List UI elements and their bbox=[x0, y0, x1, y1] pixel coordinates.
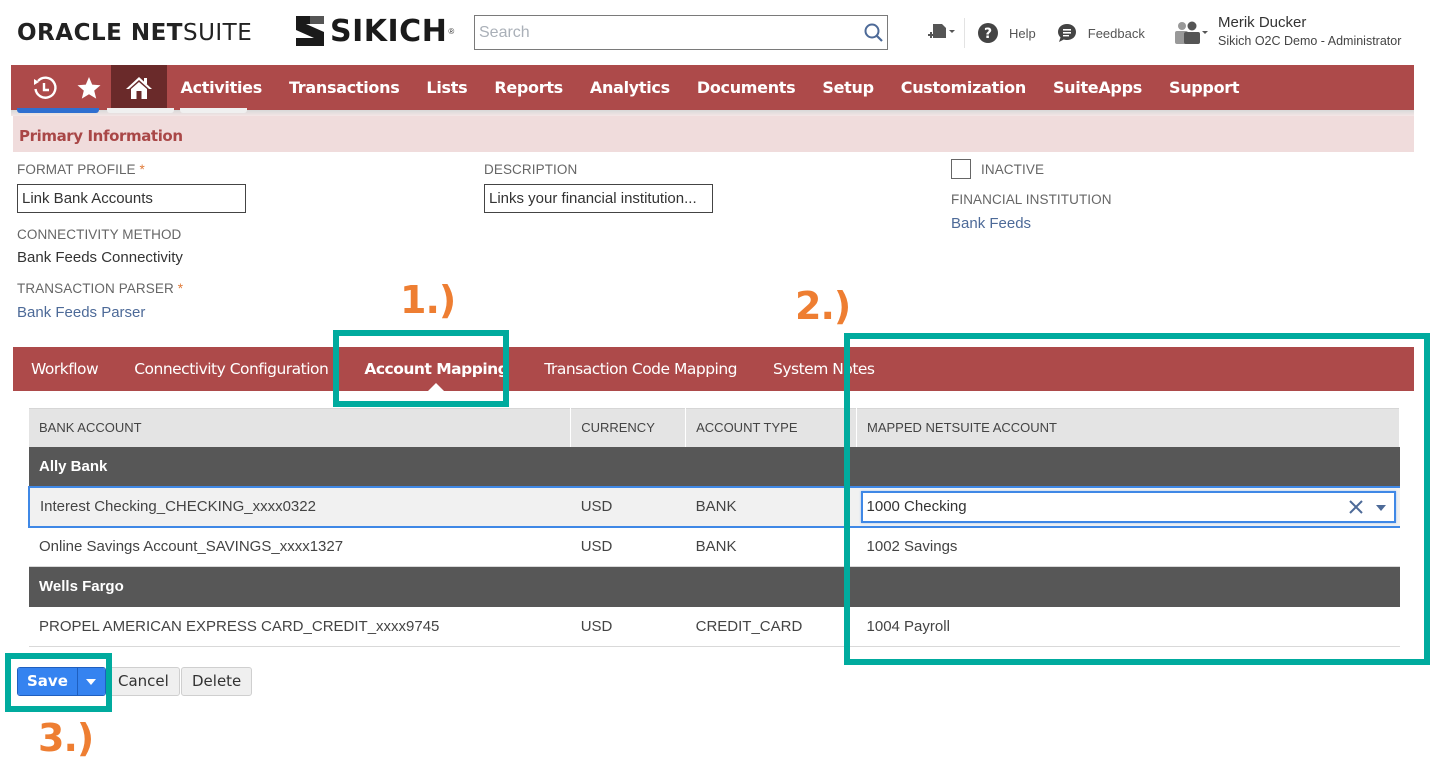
create-new-icon bbox=[928, 24, 955, 38]
format-profile-field[interactable]: Link Bank Accounts bbox=[17, 184, 246, 213]
nav-activities[interactable]: Activities bbox=[167, 78, 275, 97]
account-type-cell: CREDIT_CARD bbox=[685, 606, 857, 647]
user-roles-icon bbox=[1175, 21, 1208, 44]
sikich-logo: SIKICH ® bbox=[294, 12, 454, 50]
nav-analytics[interactable]: Analytics bbox=[576, 78, 683, 97]
help-label: Help bbox=[1009, 25, 1036, 41]
oracle-netsuite-logo[interactable]: ORACLE NETSUITE bbox=[17, 20, 252, 46]
global-search[interactable] bbox=[474, 15, 888, 50]
delete-button[interactable]: Delete bbox=[181, 667, 253, 696]
transaction-parser-label-text: TRANSACTION PARSER bbox=[17, 281, 174, 296]
help-link[interactable]: ? Help bbox=[977, 22, 1036, 44]
column-header-currency[interactable]: CURRENCY bbox=[570, 408, 687, 447]
header-divider bbox=[964, 18, 965, 48]
financial-institution-label: FINANCIAL INSTITUTION bbox=[951, 192, 1112, 207]
search-input[interactable] bbox=[475, 16, 845, 49]
account-type-cell: BANK bbox=[685, 485, 857, 528]
highlight-save-button bbox=[5, 653, 112, 712]
nav-setup[interactable]: Setup bbox=[809, 78, 887, 97]
nav-transactions[interactable]: Transactions bbox=[275, 78, 412, 97]
cancel-button[interactable]: Cancel bbox=[107, 667, 180, 696]
tab-transaction-code-mapping[interactable]: Transaction Code Mapping bbox=[526, 347, 755, 391]
currency-cell: USD bbox=[570, 606, 686, 647]
nav-suiteapps[interactable]: SuiteApps bbox=[1039, 78, 1155, 97]
bank-account-cell: Interest Checking_CHECKING_xxxx0322 bbox=[28, 485, 571, 528]
user-role: Sikich O2C Demo - Administrator bbox=[1218, 34, 1402, 48]
registered-mark: ® bbox=[448, 26, 455, 36]
top-save-button-edge[interactable] bbox=[17, 108, 99, 113]
logo-oracle-text: ORACLE NET bbox=[17, 20, 183, 46]
required-marker: * bbox=[177, 281, 184, 296]
main-navigation: Activities Transactions Lists Reports An… bbox=[11, 65, 1414, 110]
inactive-label: INACTIVE bbox=[981, 162, 1045, 177]
transaction-parser-link[interactable]: Bank Feeds Parser bbox=[17, 304, 145, 321]
nav-lists[interactable]: Lists bbox=[413, 78, 481, 97]
step-3-marker: 3.) bbox=[38, 716, 94, 760]
bank-account-cell: PROPEL AMERICAN EXPRESS CARD_CREDIT_xxxx… bbox=[29, 606, 571, 647]
svg-text:?: ? bbox=[984, 26, 992, 42]
inactive-checkbox[interactable] bbox=[951, 159, 971, 179]
tab-connectivity-configuration[interactable]: Connectivity Configuration bbox=[116, 347, 346, 391]
column-header-account-type[interactable]: ACCOUNT TYPE bbox=[685, 408, 858, 447]
section-title: Primary Information bbox=[19, 127, 183, 145]
step-1-marker: 1.) bbox=[400, 278, 456, 322]
connectivity-method-value: Bank Feeds Connectivity bbox=[17, 249, 183, 266]
currency-cell: USD bbox=[570, 526, 686, 567]
transaction-parser-label: TRANSACTION PARSER * bbox=[17, 281, 183, 296]
sikich-logo-text: SIKICH bbox=[330, 13, 448, 49]
tab-workflow[interactable]: Workflow bbox=[13, 347, 116, 391]
hidden-top-buttons bbox=[17, 108, 247, 113]
description-label: DESCRIPTION bbox=[484, 162, 578, 177]
required-marker: * bbox=[139, 162, 145, 177]
feedback-label: Feedback bbox=[1087, 25, 1145, 41]
format-profile-label: FORMAT PROFILE * bbox=[17, 162, 145, 177]
highlight-account-mapping-tab bbox=[333, 330, 509, 407]
nav-home[interactable] bbox=[111, 65, 167, 110]
column-header-bank-account[interactable]: BANK ACCOUNT bbox=[29, 408, 572, 447]
currency-cell: USD bbox=[570, 485, 686, 528]
home-icon bbox=[126, 76, 152, 99]
step-2-marker: 2.) bbox=[795, 284, 851, 328]
financial-institution-link[interactable]: Bank Feeds bbox=[951, 215, 1031, 232]
connectivity-method-label: CONNECTIVITY METHOD bbox=[17, 227, 182, 242]
nav-favorites[interactable] bbox=[67, 65, 111, 110]
nav-customization[interactable]: Customization bbox=[887, 78, 1039, 97]
nav-recent-records[interactable] bbox=[23, 65, 67, 110]
favorites-star-icon bbox=[77, 76, 101, 99]
search-icon[interactable] bbox=[863, 22, 885, 44]
top-delete-button-edge[interactable] bbox=[180, 108, 247, 113]
primary-information-header[interactable]: Primary Information bbox=[13, 116, 1414, 152]
top-header: ORACLE NETSUITE SIKICH® ? bbox=[0, 0, 1435, 64]
bank-account-cell: Online Savings Account_SAVINGS_xxxx1327 bbox=[29, 526, 571, 567]
user-menu[interactable]: Merik Ducker Sikich O2C Demo - Administr… bbox=[1172, 14, 1401, 49]
create-new-menu[interactable] bbox=[926, 21, 956, 45]
user-name: Merik Ducker bbox=[1218, 14, 1307, 31]
header-tools: ? Help Feedback bbox=[926, 18, 1165, 48]
feedback-icon bbox=[1057, 24, 1076, 42]
help-icon: ? bbox=[978, 23, 998, 43]
recent-records-icon bbox=[34, 76, 57, 99]
feedback-link[interactable]: Feedback bbox=[1056, 22, 1145, 44]
description-field[interactable]: Links your financial institution... bbox=[484, 184, 713, 213]
logo-suite-text: SUITE bbox=[182, 20, 253, 46]
nav-support[interactable]: Support bbox=[1155, 78, 1252, 97]
top-cancel-button-edge[interactable] bbox=[107, 108, 174, 113]
highlight-mapped-accounts bbox=[844, 333, 1430, 665]
sikich-shield-icon bbox=[296, 16, 324, 46]
account-type-cell: BANK bbox=[685, 526, 857, 567]
nav-reports[interactable]: Reports bbox=[481, 78, 577, 97]
nav-documents[interactable]: Documents bbox=[683, 78, 809, 97]
format-profile-label-text: FORMAT PROFILE bbox=[17, 162, 136, 177]
